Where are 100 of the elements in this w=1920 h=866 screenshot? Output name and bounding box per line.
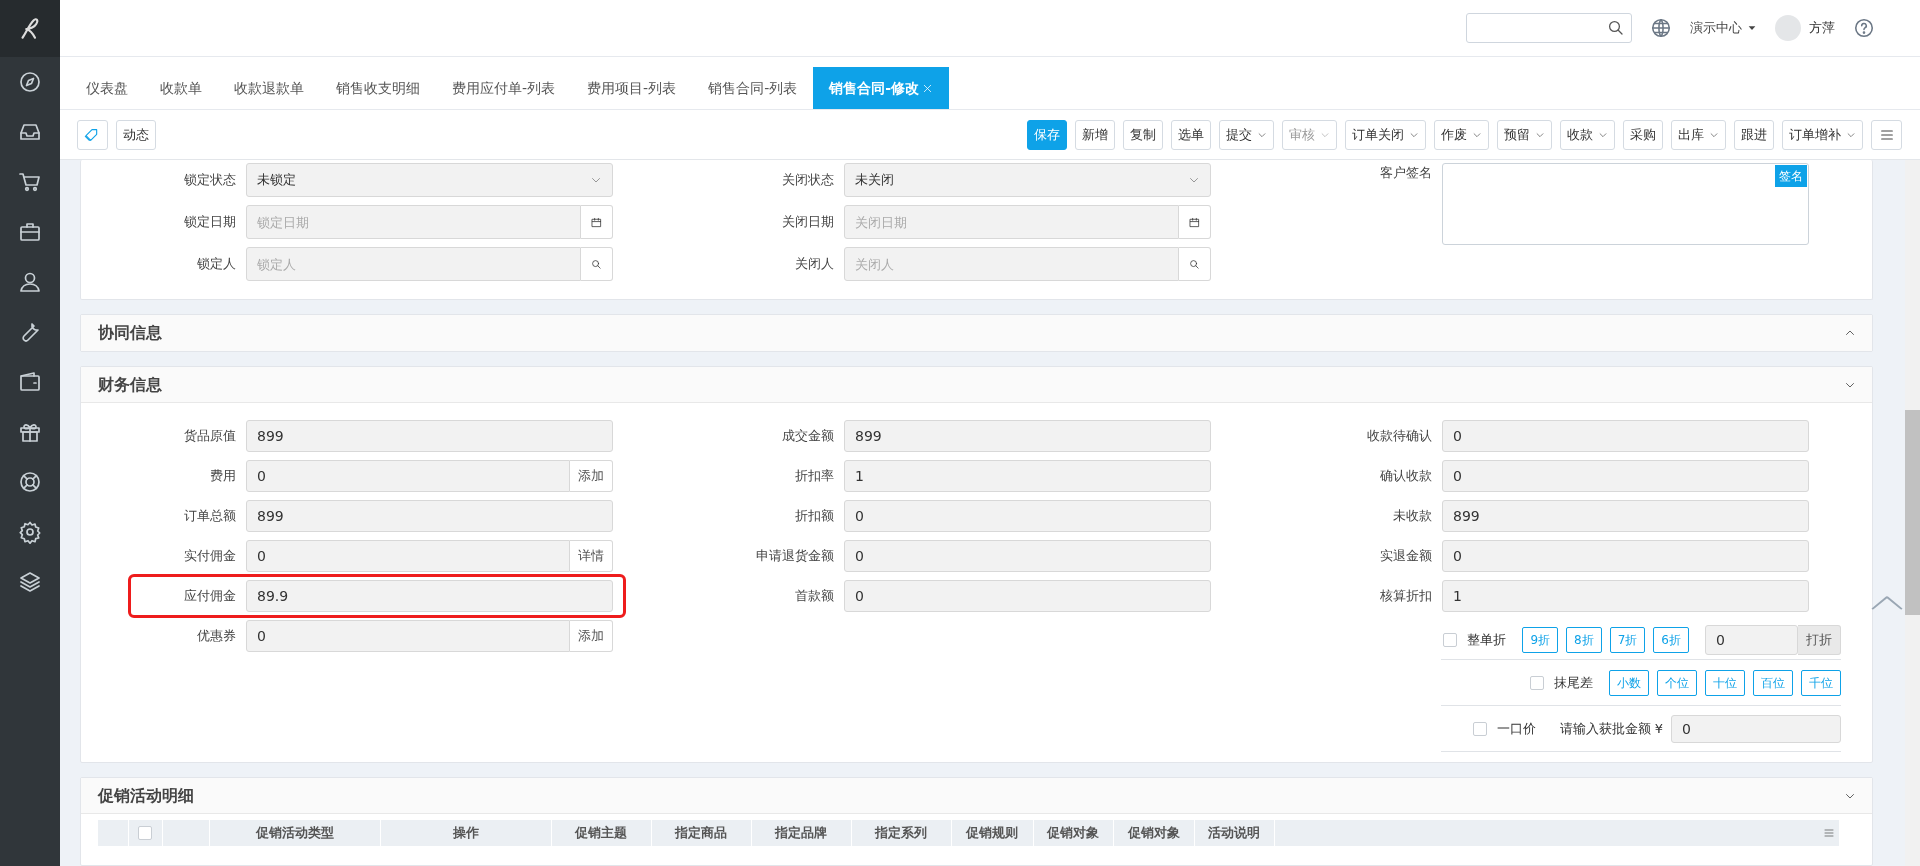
checkbox-label: 整单折 xyxy=(1467,630,1507,649)
search-icon[interactable] xyxy=(1607,19,1625,37)
help-icon[interactable] xyxy=(1853,17,1875,39)
toolbar-button[interactable]: 提交 xyxy=(1219,119,1274,150)
checkbox[interactable] xyxy=(1530,675,1544,690)
addon-button[interactable]: 添加 xyxy=(570,620,613,652)
globe-icon[interactable] xyxy=(1650,17,1672,39)
calendar-button[interactable] xyxy=(581,205,613,239)
tab[interactable]: 仪表盘 xyxy=(70,67,144,109)
date-field[interactable]: 锁定日期 xyxy=(246,205,581,239)
text-field[interactable]: 0 xyxy=(1442,460,1809,492)
field-label: 确认收款 xyxy=(1379,467,1432,486)
addon-button[interactable]: 添加 xyxy=(570,460,613,492)
text-field[interactable]: 0 xyxy=(1442,540,1809,572)
text-field[interactable]: 0 xyxy=(1705,624,1798,655)
text-field[interactable]: 0 xyxy=(844,500,1211,532)
field-label: 折扣额 xyxy=(794,507,834,526)
text-field[interactable]: 0 xyxy=(844,580,1211,612)
field-label: 成交金额 xyxy=(781,427,834,446)
calendar-icon xyxy=(1189,216,1200,228)
toolbar-button[interactable]: 复制 xyxy=(1123,119,1163,150)
section-title: 财务信息 xyxy=(98,373,162,396)
wallet-icon[interactable] xyxy=(18,370,42,394)
amount-field[interactable]: 0 xyxy=(1671,714,1841,743)
toolbar-button[interactable]: 跟进 xyxy=(1734,119,1774,150)
toolbar-button[interactable]: 采购 xyxy=(1623,119,1663,150)
field-label: 费用 xyxy=(209,467,236,486)
checkbox[interactable] xyxy=(1443,632,1458,647)
column-header: 促销主题 xyxy=(551,820,651,846)
field-label: 锁定日期 xyxy=(183,213,236,232)
lookup-field[interactable]: 关闭人 xyxy=(844,247,1179,281)
text-field[interactable]: 0 xyxy=(844,540,1211,572)
checkbox[interactable] xyxy=(138,826,152,840)
dropdown-field[interactable]: 未关闭 xyxy=(844,163,1211,197)
scrollbar[interactable] xyxy=(1905,160,1920,866)
user-name[interactable]: 方萍 xyxy=(1809,18,1835,38)
tab[interactable]: 费用项目-列表 xyxy=(571,67,693,109)
user-icon[interactable] xyxy=(18,270,42,294)
discount-button[interactable]: 打折 xyxy=(1798,624,1841,655)
text-field[interactable]: 0 xyxy=(246,540,570,572)
field-label: 收款待确认 xyxy=(1366,427,1432,446)
field-label: 首款额 xyxy=(794,587,834,606)
checkbox[interactable] xyxy=(1472,721,1487,736)
layers-icon[interactable] xyxy=(18,570,42,594)
field-label: 实退金额 xyxy=(1379,547,1432,566)
text-field[interactable]: 0 xyxy=(246,620,570,652)
section-title: 促销活动明细 xyxy=(98,784,194,807)
search-icon xyxy=(591,258,602,270)
checkbox-label: 一口价 xyxy=(1496,719,1536,738)
tab[interactable]: 收款退款单 xyxy=(218,67,320,109)
text-field[interactable]: 89.9 xyxy=(246,580,613,612)
compass-icon[interactable] xyxy=(18,70,42,94)
text-field[interactable]: 899 xyxy=(246,420,613,452)
cart-icon[interactable] xyxy=(18,170,42,194)
field-label: 折扣率 xyxy=(794,467,834,486)
amount-label: 请输入获批金额 ¥ xyxy=(1559,719,1663,738)
toolbar-button[interactable]: 订单关闭 xyxy=(1345,119,1426,150)
toolbar-button[interactable]: 预留 xyxy=(1497,119,1552,150)
tab[interactable]: 收款单 xyxy=(144,67,218,109)
toolbar-button[interactable]: 作废 xyxy=(1434,119,1489,150)
toolbar-button[interactable]: 订单增补 xyxy=(1782,119,1863,150)
activity-button[interactable]: 动态 xyxy=(116,119,156,150)
field-label: 实付佣金 xyxy=(183,547,236,566)
tab[interactable]: 费用应付单-列表 xyxy=(436,67,572,109)
text-field[interactable]: 899 xyxy=(1442,500,1809,532)
lookup-field[interactable]: 锁定人 xyxy=(246,247,581,281)
search-field[interactable] xyxy=(1466,13,1632,43)
field-label: 货品原值 xyxy=(183,427,236,446)
text-field[interactable]: 899 xyxy=(246,500,613,532)
field-label: 关闭状态 xyxy=(781,171,834,190)
calendar-button[interactable] xyxy=(1179,205,1211,239)
toolbar-button[interactable]: 选单 xyxy=(1171,119,1211,150)
text-field[interactable]: 0 xyxy=(1442,420,1809,452)
field-label: 锁定人 xyxy=(196,255,236,274)
date-field[interactable]: 关闭日期 xyxy=(844,205,1179,239)
section-title: 协同信息 xyxy=(98,322,162,344)
column-header: 促销规则 xyxy=(951,820,1033,846)
briefcase-icon[interactable] xyxy=(18,220,42,244)
dropdown-field[interactable]: 未锁定 xyxy=(246,163,613,197)
field-label: 优惠券 xyxy=(196,627,236,646)
menu-button[interactable] xyxy=(1871,119,1902,150)
column-header: 活动说明 xyxy=(1194,820,1274,846)
toolbar-button[interactable]: 新增 xyxy=(1075,119,1115,150)
text-field[interactable]: 1 xyxy=(844,460,1211,492)
tag-button[interactable] xyxy=(77,119,108,150)
field-label: 锁定状态 xyxy=(183,171,236,190)
text-field[interactable]: 0 xyxy=(246,460,570,492)
column-header: 促销活动类型 xyxy=(209,820,380,846)
text-field[interactable]: 899 xyxy=(844,420,1211,452)
tag-icon xyxy=(84,126,100,143)
tab[interactable]: 销售合同-列表 xyxy=(692,67,814,109)
lifebuoy-icon[interactable] xyxy=(18,470,42,494)
column-header: 操作 xyxy=(380,820,551,846)
toolbar-button[interactable]: 收款 xyxy=(1560,119,1615,150)
settings-icon[interactable] xyxy=(18,520,42,544)
text-field[interactable]: 1 xyxy=(1442,580,1809,612)
checkbox-label: 抹尾差 xyxy=(1554,673,1593,692)
tab[interactable]: 销售收支明细 xyxy=(320,67,436,109)
toolbar-button[interactable]: 出库 xyxy=(1671,119,1726,150)
addon-button[interactable]: 详情 xyxy=(570,540,613,572)
